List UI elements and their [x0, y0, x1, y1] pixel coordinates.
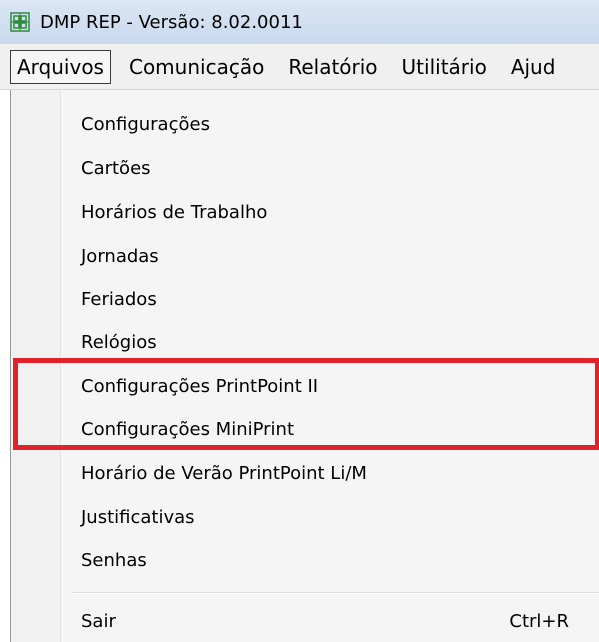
screenshot-root: DMP REP - Versão: 8.02.0011 Arquivos Com…: [0, 0, 599, 642]
menu-ajuda[interactable]: Ajud: [505, 51, 562, 83]
menu-item-label: Sair: [81, 610, 116, 632]
menu-item-cartoes[interactable]: Cartões: [81, 148, 579, 188]
menu-item-label: Relógios: [81, 331, 157, 353]
menu-item-senhas[interactable]: Senhas: [81, 540, 579, 580]
menu-item-configuracoes[interactable]: Configurações: [81, 104, 579, 144]
red-highlight-annotation: [13, 358, 599, 450]
menu-relatorio[interactable]: Relatório: [282, 51, 383, 83]
menu-item-label: Jornadas: [81, 245, 159, 267]
menu-item-horario-de-verao[interactable]: Horário de Verão PrintPoint Li/M: [81, 453, 579, 493]
menu-item-label: Cartões: [81, 157, 151, 179]
menu-utilitario[interactable]: Utilitário: [396, 51, 493, 83]
menu-item-feriados[interactable]: Feriados: [81, 279, 579, 319]
menu-comunicacao[interactable]: Comunicação: [123, 51, 270, 83]
menu-item-horarios-de-trabalho[interactable]: Horários de Trabalho: [81, 192, 579, 232]
menu-item-label: Senhas: [81, 549, 147, 571]
window-title: DMP REP - Versão: 8.02.0011: [40, 11, 303, 33]
title-bar: DMP REP - Versão: 8.02.0011: [0, 0, 599, 44]
menu-separator: [71, 592, 599, 594]
menu-item-relogios[interactable]: Relógios: [81, 322, 579, 362]
menu-arquivos[interactable]: Arquivos: [10, 49, 111, 84]
menu-item-shortcut: Ctrl+R: [509, 610, 569, 632]
menu-item-sair[interactable]: Sair Ctrl+R: [81, 601, 579, 641]
menu-item-label: Justificativas: [81, 506, 195, 528]
menu-item-justificativas[interactable]: Justificativas: [81, 497, 579, 537]
menu-item-label: Configurações: [81, 113, 210, 135]
menu-item-jornadas[interactable]: Jornadas: [81, 236, 579, 276]
menu-bar: Arquivos Comunicação Relatório Utilitári…: [0, 44, 599, 90]
menu-item-label: Horários de Trabalho: [81, 201, 268, 223]
menu-item-label: Horário de Verão PrintPoint Li/M: [81, 462, 367, 484]
menu-item-label: Feriados: [81, 288, 157, 310]
arquivos-dropdown-menu: Configurações Cartões Horários de Trabal…: [10, 90, 599, 642]
app-logo-icon: [10, 12, 30, 32]
